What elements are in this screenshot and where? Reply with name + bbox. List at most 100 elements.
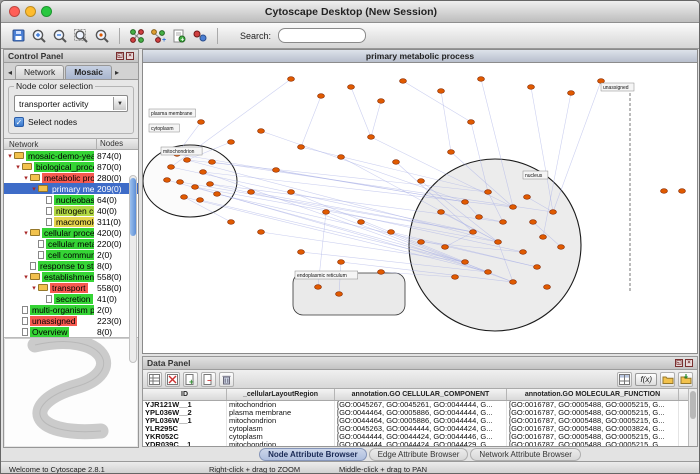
network-node[interactable] xyxy=(438,89,445,94)
network-node[interactable] xyxy=(368,135,375,140)
zoom-fit-icon[interactable] xyxy=(72,27,90,45)
network-node[interactable] xyxy=(181,195,188,200)
network-node[interactable] xyxy=(192,185,199,190)
expand-arrow-icon[interactable]: ▾ xyxy=(6,152,14,160)
network-node[interactable] xyxy=(164,178,171,183)
search-input[interactable] xyxy=(278,28,366,43)
network-node[interactable] xyxy=(476,215,483,220)
network-node[interactable] xyxy=(393,160,400,165)
network-node[interactable] xyxy=(534,265,541,270)
network-node[interactable] xyxy=(485,190,492,195)
network-node[interactable] xyxy=(470,230,477,235)
dropdown-arrow-icon[interactable]: ▼ xyxy=(113,97,126,110)
network-node[interactable] xyxy=(510,280,517,285)
network-node[interactable] xyxy=(550,210,557,215)
network-node[interactable] xyxy=(598,79,605,84)
network-node[interactable] xyxy=(540,235,547,240)
network-node[interactable] xyxy=(530,220,537,225)
network-node[interactable] xyxy=(336,292,343,297)
tree-item[interactable]: cellular metabo220(0) xyxy=(4,238,138,249)
network-node[interactable] xyxy=(378,99,385,104)
tree-column-network[interactable]: Network xyxy=(4,140,38,149)
column-header[interactable]: annotation.GO MOLECULAR_FUNCTION xyxy=(507,389,679,401)
table-row[interactable]: YPL036W__1mitochondrion[GO:0044464, GO:0… xyxy=(143,417,697,425)
network-node[interactable] xyxy=(288,77,295,82)
tree-column-nodes[interactable]: Nodes xyxy=(96,138,123,150)
tree-item[interactable]: nitrogen compo40(0) xyxy=(4,205,138,216)
table-row[interactable]: YDR039C__1mitochondrion[GO:0044444, GO:0… xyxy=(143,441,697,447)
close-panel-icon[interactable]: × xyxy=(685,359,693,367)
network-node[interactable] xyxy=(298,145,305,150)
float-panel-icon[interactable]: ◱ xyxy=(675,359,683,367)
table-scrollbar-thumb[interactable] xyxy=(690,391,696,419)
close-window-button[interactable] xyxy=(9,6,20,17)
network-node[interactable] xyxy=(520,250,527,255)
tab-node-attribute-browser[interactable]: Node Attribute Browser xyxy=(259,448,367,461)
zoom-out-icon[interactable] xyxy=(51,27,69,45)
column-header[interactable]: _cellularLayoutRegion xyxy=(227,389,335,401)
unselect-attributes-icon[interactable] xyxy=(165,372,180,387)
network-node[interactable] xyxy=(168,165,175,170)
tree-item[interactable]: ▾biological_process870(0) xyxy=(4,161,138,172)
network-node[interactable] xyxy=(378,270,385,275)
tree-item[interactable]: macromolecule311(0) xyxy=(4,216,138,227)
network-node[interactable] xyxy=(438,210,445,215)
tree-item[interactable]: ▾mosaic-demo-yeast874(0) xyxy=(4,150,138,161)
tree-item[interactable]: ▾establishment of lo558(0) xyxy=(4,271,138,282)
network-node[interactable] xyxy=(200,170,207,175)
network-canvas[interactable]: mitochondrionnucleusendoplasmic reticulu… xyxy=(143,63,697,353)
import-network-icon[interactable]: + xyxy=(170,27,188,45)
network-node[interactable] xyxy=(448,150,455,155)
float-panel-icon[interactable]: ◱ xyxy=(116,52,124,60)
select-nodes-row[interactable]: ✓ Select nodes xyxy=(12,116,130,128)
network-node[interactable] xyxy=(524,195,531,200)
network-node[interactable] xyxy=(418,240,425,245)
network-node[interactable] xyxy=(442,245,449,250)
table-row[interactable]: YLR295Ccytoplasm[GO:0045263, GO:0044444,… xyxy=(143,425,697,433)
network-node[interactable] xyxy=(400,79,407,84)
tab-network[interactable]: Network xyxy=(15,65,64,79)
network-node[interactable] xyxy=(495,240,502,245)
network-node[interactable] xyxy=(298,250,305,255)
network-node[interactable] xyxy=(510,205,517,210)
attribute-matrix-icon[interactable] xyxy=(617,372,632,387)
network-view-titlebar[interactable]: primary metabolic process xyxy=(143,50,697,63)
network-node[interactable] xyxy=(177,180,184,185)
column-header[interactable]: ID xyxy=(143,389,227,401)
network-node[interactable] xyxy=(318,94,325,99)
tree-item[interactable]: ▾cellular process420(0) xyxy=(4,227,138,238)
network-node[interactable] xyxy=(338,155,345,160)
network-node[interactable] xyxy=(388,230,395,235)
network-node[interactable] xyxy=(679,189,686,194)
tree-item[interactable]: nucleobase64(0) xyxy=(4,194,138,205)
first-neighbors-icon[interactable] xyxy=(128,27,146,45)
tab-network-attribute-browser[interactable]: Network Attribute Browser xyxy=(470,448,580,461)
table-row[interactable]: YJR121W__1mitochondrion[GO:0045267, GO:0… xyxy=(143,401,697,409)
network-node[interactable] xyxy=(558,245,565,250)
search-dropdown-arrow-icon[interactable]: ▼ xyxy=(0,35,2,41)
table-row[interactable]: YPL036W__2plasma membrane[GO:0044464, GO… xyxy=(143,409,697,417)
network-node[interactable] xyxy=(661,189,668,194)
open-folder-icon[interactable] xyxy=(660,372,675,387)
trash-icon[interactable] xyxy=(219,372,234,387)
network-node[interactable] xyxy=(273,168,280,173)
select-attributes-icon[interactable] xyxy=(147,372,162,387)
network-node[interactable] xyxy=(248,190,255,195)
select-nodes-checkbox[interactable]: ✓ xyxy=(14,117,24,127)
tree-scrollbar[interactable] xyxy=(129,175,137,363)
network-node[interactable] xyxy=(315,285,322,290)
network-node[interactable] xyxy=(485,270,492,275)
close-panel-icon[interactable]: × xyxy=(126,52,134,60)
network-node[interactable] xyxy=(462,200,469,205)
expand-arrow-icon[interactable]: ▾ xyxy=(22,174,30,182)
tree-item[interactable]: ▾primary metabol209(0) xyxy=(4,183,138,194)
tree-item[interactable]: Overview8(0) xyxy=(4,326,138,337)
network-node[interactable] xyxy=(418,179,425,184)
window-titlebar[interactable]: Cytoscape Desktop (New Session) xyxy=(1,1,700,23)
network-node[interactable] xyxy=(258,129,265,134)
expand-arrow-icon[interactable]: ▾ xyxy=(22,273,30,281)
network-node[interactable] xyxy=(358,220,365,225)
network-node[interactable] xyxy=(323,210,330,215)
expand-arrow-icon[interactable]: ▾ xyxy=(30,284,38,292)
table-scrollbar[interactable] xyxy=(688,389,697,447)
